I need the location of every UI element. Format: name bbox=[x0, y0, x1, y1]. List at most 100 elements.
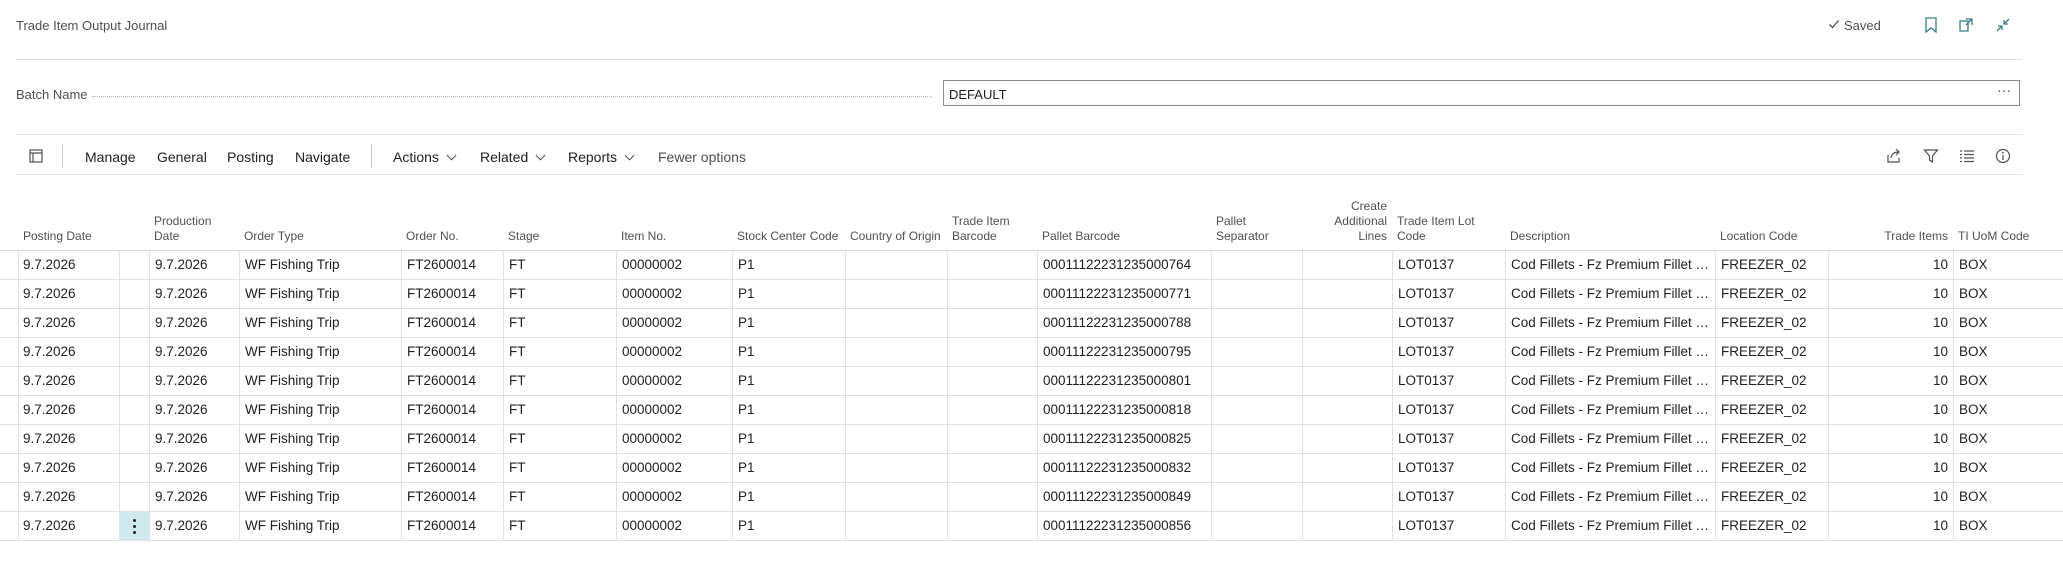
cell-pallet-barcode[interactable]: 00011122231235000849 bbox=[1037, 483, 1211, 511]
cell-order-type[interactable]: WF Fishing Trip bbox=[239, 367, 401, 395]
cell-trade-item-lot-code[interactable]: LOT0137 bbox=[1392, 280, 1505, 308]
cell-posting-date[interactable]: 9.7.2026 bbox=[18, 425, 119, 453]
cell-trade-item-barcode[interactable] bbox=[947, 309, 1037, 337]
cell-trade-item-lot-code[interactable]: LOT0137 bbox=[1392, 338, 1505, 366]
cell-description[interactable]: Cod Fillets - Fz Premium Fillet Pieces bbox=[1505, 338, 1715, 366]
cell-item-no[interactable]: 00000002 bbox=[616, 483, 732, 511]
cell-pallet-separator[interactable] bbox=[1211, 280, 1302, 308]
menu-reports[interactable]: Reports bbox=[568, 149, 635, 165]
cell-production-date[interactable]: 9.7.2026 bbox=[149, 251, 239, 279]
cell-production-date[interactable]: 9.7.2026 bbox=[149, 396, 239, 424]
cell-item-no[interactable]: 00000002 bbox=[616, 309, 732, 337]
cell-stage[interactable]: FT bbox=[503, 396, 616, 424]
cell-create-additional-lines[interactable] bbox=[1302, 251, 1392, 279]
cell-country-of-origin[interactable] bbox=[845, 338, 947, 366]
info-icon[interactable] bbox=[1993, 146, 2013, 166]
cell-trade-items[interactable]: 10 bbox=[1828, 483, 1953, 511]
row-actions-button[interactable] bbox=[119, 425, 149, 453]
cell-location-code[interactable]: FREEZER_02 bbox=[1715, 338, 1828, 366]
column-header-production-date[interactable]: Production Date bbox=[149, 214, 239, 244]
table-row[interactable]: 9.7.2026 9.7.2026 WF Fishing Trip FT2600014… bbox=[0, 454, 2063, 483]
cell-pallet-barcode[interactable]: 00011122231235000856 bbox=[1037, 512, 1211, 540]
cell-location-code[interactable]: FREEZER_02 bbox=[1715, 512, 1828, 540]
batch-name-field[interactable]: DEFAULT ··· bbox=[943, 80, 2020, 106]
cell-stage[interactable]: FT bbox=[503, 309, 616, 337]
cell-pallet-separator[interactable] bbox=[1211, 367, 1302, 395]
row-actions-button[interactable] bbox=[119, 338, 149, 366]
menu-posting[interactable]: Posting bbox=[227, 149, 274, 165]
cell-trade-item-lot-code[interactable]: LOT0137 bbox=[1392, 309, 1505, 337]
cell-order-type[interactable]: WF Fishing Trip bbox=[239, 396, 401, 424]
cell-posting-date[interactable]: 9.7.2026 bbox=[18, 367, 119, 395]
cell-stock-center-code[interactable]: P1 bbox=[732, 512, 845, 540]
cell-description[interactable]: Cod Fillets - Fz Premium Fillet Pieces bbox=[1505, 251, 1715, 279]
cell-item-no[interactable]: 00000002 bbox=[616, 396, 732, 424]
column-header-trade-items[interactable]: Trade Items bbox=[1828, 229, 1953, 244]
cell-order-no[interactable]: FT2600014 bbox=[401, 309, 503, 337]
table-row[interactable]: 9.7.2026 9.7.2026 WF Fishing Trip FT2600014… bbox=[0, 425, 2063, 454]
cell-trade-items[interactable]: 10 bbox=[1828, 454, 1953, 482]
cell-ti-uom-code[interactable]: BOX bbox=[1953, 483, 2063, 511]
column-header-trade-item-barcode[interactable]: Trade Item Barcode bbox=[947, 214, 1037, 244]
cell-trade-item-lot-code[interactable]: LOT0137 bbox=[1392, 425, 1505, 453]
cell-production-date[interactable]: 9.7.2026 bbox=[149, 454, 239, 482]
row-actions-button[interactable] bbox=[119, 367, 149, 395]
cell-create-additional-lines[interactable] bbox=[1302, 483, 1392, 511]
cell-country-of-origin[interactable] bbox=[845, 454, 947, 482]
cell-pallet-separator[interactable] bbox=[1211, 309, 1302, 337]
cell-pallet-barcode[interactable]: 00011122231235000818 bbox=[1037, 396, 1211, 424]
cell-order-no[interactable]: FT2600014 bbox=[401, 338, 503, 366]
cell-stock-center-code[interactable]: P1 bbox=[732, 280, 845, 308]
menu-general[interactable]: General bbox=[157, 149, 207, 165]
cell-order-type[interactable]: WF Fishing Trip bbox=[239, 425, 401, 453]
column-header-stock-center-code[interactable]: Stock Center Code bbox=[732, 229, 845, 244]
cell-posting-date[interactable]: 9.7.2026 bbox=[18, 280, 119, 308]
cell-trade-items[interactable]: 10 bbox=[1828, 396, 1953, 424]
column-header-ti-uom-code[interactable]: TI UoM Code bbox=[1953, 229, 2063, 244]
cell-country-of-origin[interactable] bbox=[845, 309, 947, 337]
cell-description[interactable]: Cod Fillets - Fz Premium Fillet Pieces bbox=[1505, 309, 1715, 337]
cell-country-of-origin[interactable] bbox=[845, 280, 947, 308]
cell-order-type[interactable]: WF Fishing Trip bbox=[239, 512, 401, 540]
cell-trade-item-barcode[interactable] bbox=[947, 425, 1037, 453]
cell-create-additional-lines[interactable] bbox=[1302, 425, 1392, 453]
filter-icon[interactable] bbox=[1921, 146, 1941, 166]
fewer-options-button[interactable]: Fewer options bbox=[658, 149, 746, 165]
cell-ti-uom-code[interactable]: BOX bbox=[1953, 280, 2063, 308]
cell-description[interactable]: Cod Fillets - Fz Premium Fillet Pieces bbox=[1505, 396, 1715, 424]
column-header-stage[interactable]: Stage bbox=[503, 229, 616, 244]
list-icon[interactable] bbox=[1957, 146, 1977, 166]
cell-location-code[interactable]: FREEZER_02 bbox=[1715, 425, 1828, 453]
cell-stock-center-code[interactable]: P1 bbox=[732, 251, 845, 279]
column-header-pallet-barcode[interactable]: Pallet Barcode bbox=[1037, 229, 1211, 244]
cell-item-no[interactable]: 00000002 bbox=[616, 251, 732, 279]
table-row[interactable]: 9.7.2026 9.7.2026 WF Fishing Trip FT2600014… bbox=[0, 309, 2063, 338]
cell-production-date[interactable]: 9.7.2026 bbox=[149, 483, 239, 511]
cell-pallet-barcode[interactable]: 00011122231235000795 bbox=[1037, 338, 1211, 366]
cell-trade-item-barcode[interactable] bbox=[947, 396, 1037, 424]
cell-production-date[interactable]: 9.7.2026 bbox=[149, 280, 239, 308]
table-row[interactable]: 9.7.2026 9.7.2026 WF Fishing Trip FT2600014… bbox=[0, 483, 2063, 512]
cell-pallet-separator[interactable] bbox=[1211, 425, 1302, 453]
cell-description[interactable]: Cod Fillets - Fz Premium Fillet Pieces bbox=[1505, 367, 1715, 395]
cell-order-no[interactable]: FT2600014 bbox=[401, 280, 503, 308]
cell-stock-center-code[interactable]: P1 bbox=[732, 483, 845, 511]
cell-pallet-separator[interactable] bbox=[1211, 454, 1302, 482]
cell-order-type[interactable]: WF Fishing Trip bbox=[239, 251, 401, 279]
cell-trade-item-barcode[interactable] bbox=[947, 512, 1037, 540]
cell-posting-date[interactable]: 9.7.2026 bbox=[18, 454, 119, 482]
cell-ti-uom-code[interactable]: BOX bbox=[1953, 367, 2063, 395]
cell-pallet-barcode[interactable]: 00011122231235000801 bbox=[1037, 367, 1211, 395]
table-row[interactable]: 9.7.2026 9.7.2026 WF Fishing Trip FT2600014… bbox=[0, 280, 2063, 309]
cell-ti-uom-code[interactable]: BOX bbox=[1953, 425, 2063, 453]
cell-stock-center-code[interactable]: P1 bbox=[732, 396, 845, 424]
cell-location-code[interactable]: FREEZER_02 bbox=[1715, 367, 1828, 395]
bookmark-icon[interactable] bbox=[1921, 15, 1941, 35]
cell-stage[interactable]: FT bbox=[503, 512, 616, 540]
cell-posting-date[interactable]: 9.7.2026 bbox=[18, 512, 119, 540]
cell-pallet-barcode[interactable]: 00011122231235000764 bbox=[1037, 251, 1211, 279]
cell-order-no[interactable]: FT2600014 bbox=[401, 454, 503, 482]
cell-order-no[interactable]: FT2600014 bbox=[401, 425, 503, 453]
cell-location-code[interactable]: FREEZER_02 bbox=[1715, 309, 1828, 337]
column-header-description[interactable]: Description bbox=[1505, 229, 1715, 244]
